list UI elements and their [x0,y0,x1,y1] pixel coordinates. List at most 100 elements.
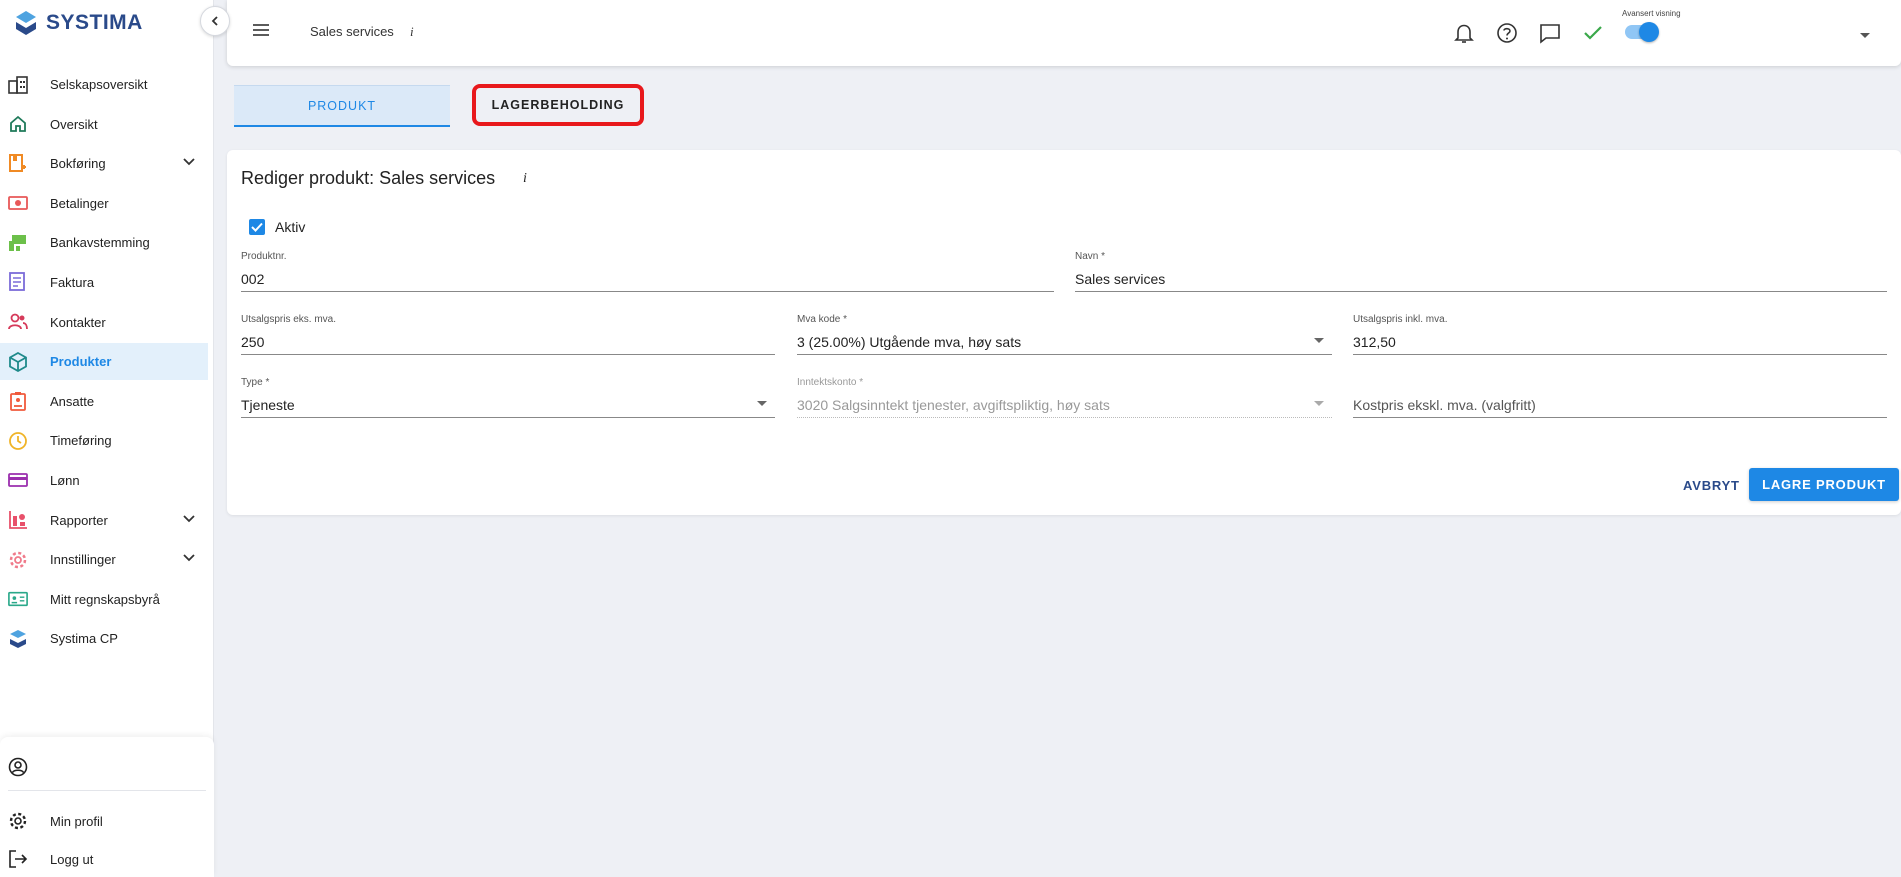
sidebar-item-label: Ansatte [50,393,95,409]
sidebar-item-selskapsoversikt[interactable]: Selskapsoversikt [0,66,214,103]
field-label: Utsalgspris eks. mva. [241,314,337,325]
info-icon[interactable]: i [410,24,414,40]
sidebar-item-label: Kontakter [50,314,106,330]
sidebar: SYSTIMA Selskapsoversikt Oversikt Bokfør… [0,0,214,877]
save-product-button[interactable]: LAGRE PRODUKT [1749,468,1899,501]
chevron-down-icon [183,158,195,166]
id-card-icon [8,589,28,609]
sidebar-item-faktura[interactable]: Faktura [0,264,214,301]
menu-icon[interactable] [251,22,271,43]
tab-lagerbeholding[interactable]: LAGERBEHOLDING [472,84,644,126]
kostpris-field[interactable]: Kostpris ekskl. mva. (valgfritt) [1353,377,1887,418]
sidebar-item-innstillinger[interactable]: Innstillinger [0,541,214,578]
bank-reconcile-icon [8,233,28,253]
sidebar-item-label: Oversikt [50,116,98,132]
check-icon[interactable] [1581,21,1605,45]
sidebar-item-oversikt[interactable]: Oversikt [0,106,214,143]
field-value: 002 [241,271,265,287]
account-dropdown[interactable] [1859,27,1871,45]
utsalgspris-eks-field[interactable]: Utsalgspris eks. mva. 250 [241,314,775,355]
advanced-view-toggle[interactable] [1625,22,1659,42]
inntektskonto-select: Inntektskonto * 3020 Salgsinntekt tjenes… [797,377,1332,418]
bookkeeping-icon [8,153,28,174]
sidebar-item-systima-cp[interactable]: Systima CP [0,620,214,657]
sidebar-item-mitt-regnskapsbyra[interactable]: Mitt regnskapsbyrå [0,581,214,618]
field-label: Mva kode * [797,314,848,325]
toggle-knob [1639,22,1659,42]
sidebar-item-lonn[interactable]: Lønn [0,462,214,499]
logout-label: Logg ut [50,851,94,867]
field-value: 3 (25.00%) Utgående mva, høy sats [797,334,1022,350]
card-icon [8,470,28,490]
aktiv-checkbox[interactable]: Aktiv [249,219,305,235]
field-value: 3020 Salgsinntekt tjenester, avgiftsplik… [797,397,1110,413]
app-name: SYSTIMA [46,11,143,34]
info-icon[interactable]: i [523,171,527,187]
field-value: 250 [241,334,265,350]
field-value: Sales services [1075,271,1166,287]
sidebar-item-timeforing[interactable]: Timeføring [0,422,214,459]
chat-icon[interactable] [1538,21,1562,45]
advanced-view-label: Avansert visning [1622,9,1681,18]
contacts-icon [8,312,28,332]
building-icon [8,75,28,95]
invoice-icon [8,272,28,292]
sidebar-item-label: Timeføring [50,433,112,449]
tab-produkt[interactable]: PRODUKT [234,85,450,127]
sidebar-item-kontakter[interactable]: Kontakter [0,304,214,341]
sidebar-item-produkter[interactable]: Produkter [0,343,208,381]
checkbox-checked-icon [249,219,265,235]
navn-field[interactable]: Navn * Sales services [1075,251,1887,292]
field-label: Utsalgspris inkl. mva. [1353,314,1448,325]
field-label: Inntektskonto * [797,377,864,388]
sidebar-item-label: Rapporter [50,512,108,528]
clock-icon [8,431,28,451]
field-label: Navn * [1075,251,1106,262]
sidebar-item-rapporter[interactable]: Rapporter [0,502,214,539]
sidebar-item-betalinger[interactable]: Betalinger [0,185,214,222]
sidebar-item-bankavstemming[interactable]: Bankavstemming [0,224,214,261]
sidebar-bottom: Min profil Logg ut [0,737,214,877]
chevron-down-icon [183,554,195,562]
aktiv-label: Aktiv [275,219,306,235]
bell-icon[interactable] [1452,21,1476,45]
systima-logo[interactable]: SYSTIMA [14,10,143,36]
sidebar-item-label: Bankavstemming [50,235,150,251]
form-title: Rediger produkt: Sales services [241,168,496,188]
type-select[interactable]: Type * Tjeneste [241,377,775,418]
account-circle-icon [8,757,28,777]
user-account[interactable] [8,757,28,777]
sidebar-item-label: Innstillinger [50,552,116,568]
sidebar-collapse-button[interactable] [200,6,230,36]
systima-logo-icon [16,11,36,35]
dropdown-arrow-icon [757,401,767,406]
utsalgspris-inkl-field[interactable]: Utsalgspris inkl. mva. 312,50 [1353,314,1887,355]
topbar: Sales services i Avansert visning [227,0,1901,66]
product-form-card: Rediger produkt: Sales services i Aktiv … [227,150,1901,515]
mva-kode-select[interactable]: Mva kode * 3 (25.00%) Utgående mva, høy … [797,314,1332,355]
divider [8,790,206,791]
page-title: Sales services [310,24,394,39]
sidebar-item-ansatte[interactable]: Ansatte [0,383,214,420]
sidebar-item-bokforing[interactable]: Bokføring [0,145,214,182]
dropdown-arrow-icon [1314,401,1324,406]
home-icon [8,114,28,134]
logout-link[interactable]: Logg ut [8,850,93,868]
chevron-left-icon [211,16,218,26]
sidebar-item-label: Mitt regnskapsbyrå [50,591,160,607]
dropdown-arrow-icon [1314,338,1324,343]
field-label: Produktnr. [241,251,287,262]
reports-icon [8,510,28,530]
field-placeholder: Kostpris ekskl. mva. (valgfritt) [1353,397,1536,413]
help-icon[interactable] [1495,21,1519,45]
sidebar-item-label: Betalinger [50,195,109,211]
field-value: Tjeneste [241,397,295,413]
profile-link[interactable]: Min profil [8,811,103,831]
sidebar-item-label: Selskapsoversikt [50,77,148,92]
gear-icon [8,550,28,570]
cancel-button[interactable]: AVBRYT [1673,470,1750,500]
chevron-down-icon [183,514,195,522]
sidebar-item-label: Faktura [50,274,95,290]
sidebar-item-label: Lønn [50,472,80,488]
produktnr-field[interactable]: Produktnr. 002 [241,251,1054,292]
